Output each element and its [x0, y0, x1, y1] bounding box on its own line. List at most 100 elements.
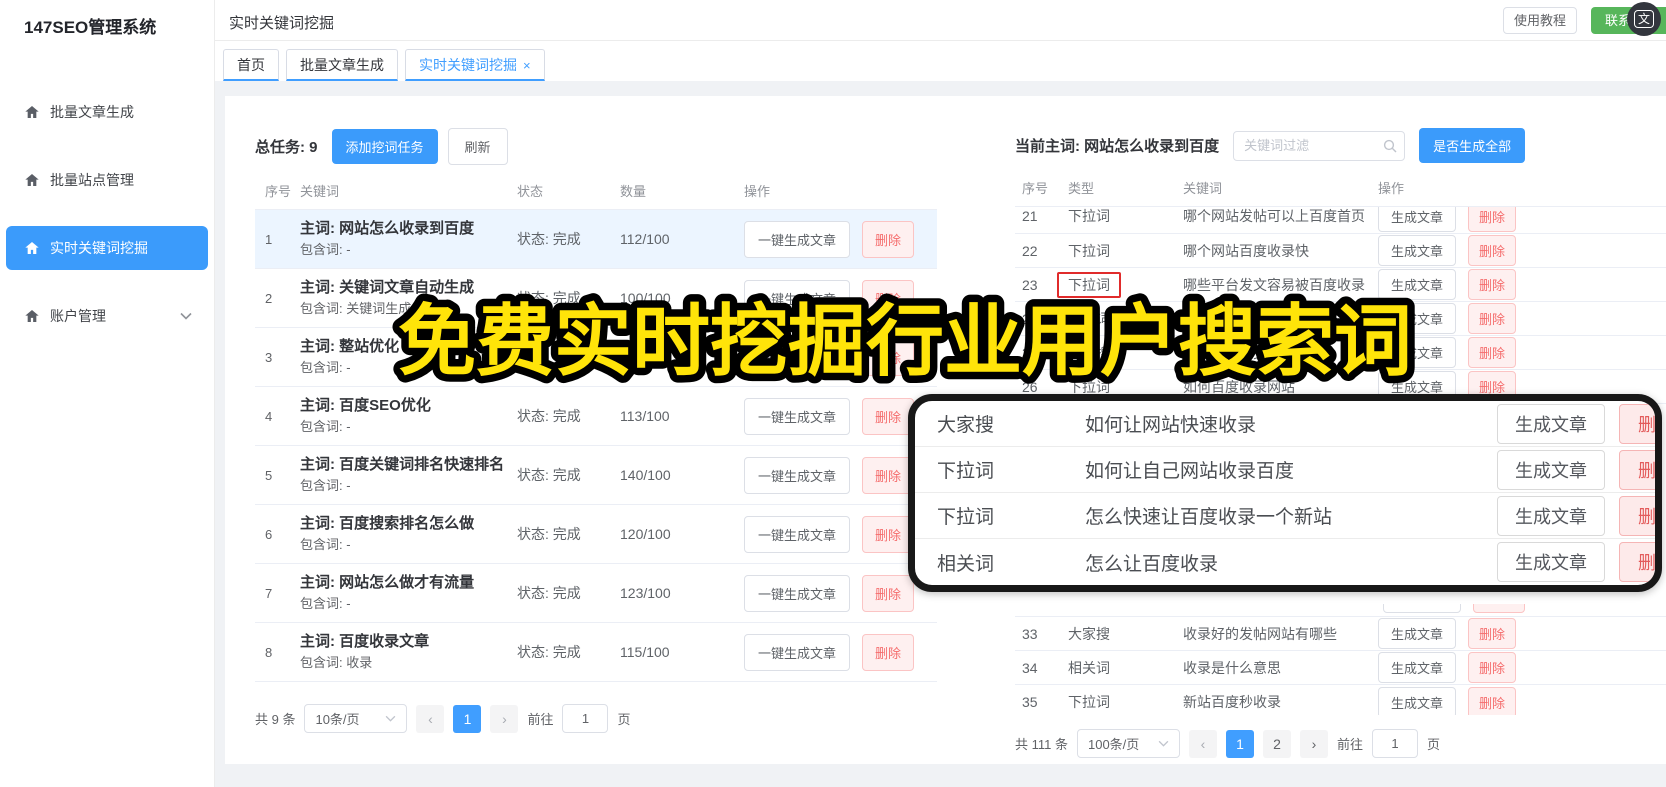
- delete-button[interactable]: 删除: [1619, 542, 1655, 582]
- delete-button[interactable]: 删除: [862, 515, 915, 553]
- generate-article-button[interactable]: 一键生成文章: [744, 456, 851, 494]
- keyword-type: 下拉词: [937, 507, 995, 528]
- total-count: 共 9 条: [255, 712, 296, 727]
- generate-article-button[interactable]: 生成文章: [1378, 303, 1457, 334]
- table-row[interactable]: 34 相关词 收录是什么意思 生成文章 删除: [1015, 651, 1666, 685]
- close-tab-icon[interactable]: ×: [523, 58, 531, 73]
- keyword-filter-input[interactable]: [1233, 130, 1406, 161]
- delete-button[interactable]: 删除: [862, 338, 915, 376]
- next-page-button[interactable]: ›: [1299, 729, 1328, 758]
- delete-button[interactable]: 删除: [862, 456, 915, 494]
- generate-article-button[interactable]: 一键生成文章: [744, 633, 851, 671]
- page-number-1[interactable]: 1: [453, 704, 482, 733]
- generate-article-button[interactable]: 生成文章: [1378, 686, 1457, 715]
- keyword-text: 哪些平台发文容易被百度收录: [1183, 276, 1365, 293]
- generate-article-button[interactable]: 一键生成文章: [744, 338, 851, 376]
- table-row[interactable]: 6 主词: 百度搜索排名怎么做 包含词: - 状态: 完成 120/100 一键生…: [255, 505, 937, 564]
- table-row[interactable]: 3 主词: 整站优化 包含词: - 状态: 完成 一键生成文章 删除: [255, 328, 937, 387]
- generate-article-button[interactable]: 一键生成文章: [744, 397, 851, 435]
- prev-page-button[interactable]: ‹: [1188, 729, 1217, 758]
- delete-button[interactable]: 删除: [1468, 269, 1517, 300]
- delete-button[interactable]: 删除: [1468, 618, 1517, 649]
- page-number-1[interactable]: 1: [1225, 729, 1254, 758]
- generate-article-button[interactable]: 一键生成文章: [744, 574, 851, 612]
- sidebar-item-batch-article[interactable]: 批量文章生成: [6, 90, 208, 134]
- task-status: 状态: 完成: [517, 408, 581, 424]
- page-size-select[interactable]: 100条/页: [1076, 729, 1180, 758]
- sidebar-item-keyword-mining[interactable]: 实时关键词挖掘: [6, 226, 208, 270]
- table-row[interactable]: 35 下拉词 新站百度秒收录 生成文章 删除: [1015, 685, 1666, 715]
- goto-page-input[interactable]: [1372, 729, 1418, 758]
- page-number-2[interactable]: 2: [1262, 729, 1291, 758]
- delete-button[interactable]: 删除: [1619, 495, 1655, 536]
- table-row[interactable]: 33 大家搜 收录好的发帖网站有哪些 生成文章 删除: [1015, 617, 1666, 651]
- task-count: 120/100: [620, 526, 671, 542]
- table-row[interactable]: 25 大家搜 网站收录提交入口 生成文章 删除: [1015, 336, 1666, 370]
- home-icon: [25, 174, 39, 186]
- delete-button[interactable]: 删除: [1468, 303, 1517, 334]
- delete-button[interactable]: 删除: [862, 220, 915, 258]
- delete-button[interactable]: 删除: [1468, 235, 1517, 266]
- generate-article-button[interactable]: 一键生成文章: [744, 220, 851, 258]
- delete-button[interactable]: 删除: [862, 574, 915, 612]
- generate-article-button[interactable]: 生成文章: [1497, 449, 1605, 490]
- table-row[interactable]: 21 下拉词 哪个网站发帖可以上百度首页 生成文章 删除: [1015, 207, 1666, 233]
- task-keyword: 主词: 百度收录文章: [300, 633, 430, 650]
- table-row[interactable]: 7 主词: 网站怎么做才有流量 包含词: - 状态: 完成 123/100 一键生…: [255, 564, 937, 623]
- sidebar-item-label: 实时关键词挖掘: [50, 240, 148, 256]
- tab-keyword-mining[interactable]: 实时关键词挖掘 ×: [405, 49, 545, 81]
- table-row[interactable]: 22 下拉词 哪个网站百度收录快 生成文章 删除: [1015, 234, 1666, 268]
- table-row[interactable]: 4 主词: 百度SEO优化 包含词: - 状态: 完成 113/100 一键生成文…: [255, 387, 937, 446]
- generate-article-button[interactable]: [1383, 604, 1461, 613]
- generate-all-button[interactable]: 是否生成全部: [1419, 128, 1526, 163]
- sidebar-item-account[interactable]: 账户管理: [6, 294, 208, 338]
- delete-button[interactable]: 删除: [862, 633, 915, 671]
- sidebar-item-batch-site[interactable]: 批量站点管理: [6, 158, 208, 202]
- task-table-header: 序号 关键词 状态 数量 操作: [255, 165, 937, 210]
- generate-article-button[interactable]: 一键生成文章: [744, 515, 851, 553]
- add-task-button[interactable]: 添加挖词任务: [331, 129, 438, 164]
- generate-article-button[interactable]: 生成文章: [1378, 235, 1457, 266]
- delete-button[interactable]: 删除: [1468, 337, 1517, 368]
- delete-button[interactable]: 删除: [1619, 403, 1655, 444]
- goto-page-input[interactable]: [562, 704, 609, 733]
- delete-button[interactable]: [1473, 604, 1525, 613]
- generate-article-button[interactable]: 生成文章: [1378, 652, 1457, 683]
- delete-button[interactable]: 删除: [862, 279, 915, 317]
- table-row[interactable]: 2 主词: 关键词文章自动生成 包含词: 关键词生成 状态: 完成 100/100…: [255, 269, 937, 328]
- table-row[interactable]: 24 下拉词 如何让网站被百度收录 生成文章 删除: [1015, 302, 1666, 336]
- keyword-type: 相关词: [937, 553, 995, 575]
- translate-icon[interactable]: 文: [1627, 2, 1661, 36]
- next-page-button[interactable]: ›: [490, 704, 519, 733]
- generate-article-button[interactable]: 生成文章: [1497, 495, 1605, 536]
- table-row-clipped: 21 下拉词 哪个网站发帖可以上百度首页 生成文章 删除: [1015, 207, 1666, 234]
- keyword-type: 相关词: [1068, 659, 1110, 676]
- generate-article-button[interactable]: 生成文章: [1378, 269, 1457, 300]
- keyword-type: 大家搜: [937, 415, 995, 436]
- refresh-button[interactable]: 刷新: [447, 128, 508, 165]
- delete-button[interactable]: 删除: [862, 397, 915, 435]
- tutorial-button[interactable]: 使用教程: [1503, 7, 1577, 34]
- generate-article-button[interactable]: 生成文章: [1378, 337, 1457, 368]
- delete-button[interactable]: 删除: [1468, 652, 1517, 683]
- generate-article-button[interactable]: 生成文章: [1497, 542, 1605, 582]
- prev-page-button[interactable]: ‹: [416, 704, 445, 733]
- table-row[interactable]: 1 主词: 网站怎么收录到百度 包含词: - 状态: 完成 112/100 一键生…: [255, 210, 937, 269]
- delete-button[interactable]: 删除: [1619, 449, 1655, 490]
- generate-article-button[interactable]: 生成文章: [1378, 618, 1457, 649]
- generate-article-button[interactable]: 生成文章: [1378, 207, 1457, 232]
- tab-batch-article[interactable]: 批量文章生成: [286, 49, 398, 81]
- delete-button[interactable]: 删除: [1468, 686, 1517, 715]
- table-row[interactable]: 23 下拉词 哪些平台发文容易被百度收录 生成文章 删除: [1015, 268, 1666, 302]
- page-size-select[interactable]: 10条/页: [304, 704, 408, 733]
- keyword-text: 怎么让百度收录: [1085, 553, 1219, 575]
- generate-article-button[interactable]: 生成文章: [1497, 403, 1605, 444]
- generate-article-button[interactable]: 一键生成文章: [744, 279, 851, 317]
- keyword-text: 收录好的发帖网站有哪些: [1183, 625, 1337, 642]
- table-row[interactable]: 5 主词: 百度关键词排名快速排名 包含词: - 状态: 完成 140/100 一…: [255, 446, 937, 505]
- delete-button[interactable]: 删除: [1468, 207, 1517, 232]
- tab-home[interactable]: 首页: [223, 49, 279, 81]
- task-status: 状态: 完成: [517, 644, 581, 660]
- table-row[interactable]: 8 主词: 百度收录文章 包含词: 收录 状态: 完成 115/100 一键生成文…: [255, 623, 937, 682]
- sidebar-nav: 批量文章生成 批量站点管理 实时关键词挖掘 账户管理: [0, 90, 214, 338]
